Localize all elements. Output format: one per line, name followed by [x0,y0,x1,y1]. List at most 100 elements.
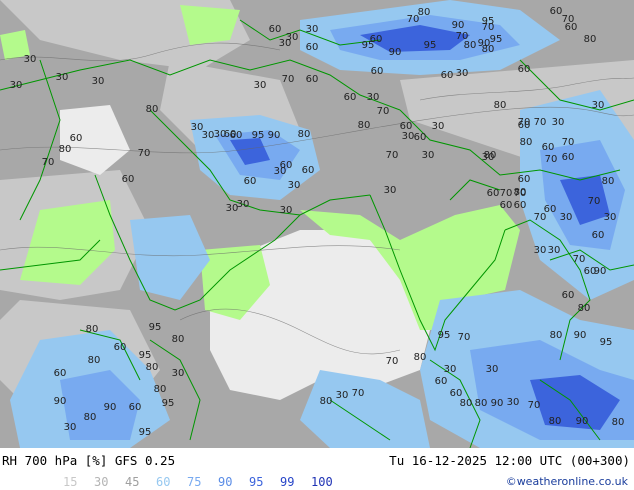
contour-label: 80 [358,120,371,131]
contour-label: 30 [306,24,319,35]
contour-label: 95 [139,427,152,438]
contour-label: 60 [114,342,127,353]
contour-label: 70 [588,196,601,207]
map-footer: RH 700 hPa [%] GFS 0.25 Tu 16-12-2025 12… [0,448,634,490]
contour-label: 30 [456,68,469,79]
contour-label: 30 [202,130,215,141]
contour-label: 95 [438,330,451,341]
contour-label: 90 [491,398,504,409]
legend-value: 99 [280,475,295,489]
legend-value: 95 [249,475,264,489]
contour-label: 30 [254,80,267,91]
legend-value: 75 [187,475,202,489]
contour-label: 80 [86,324,99,335]
contour-label: 30 [604,212,617,223]
contour-label: 60 [54,368,67,379]
map-title: RH 700 hPa [%] GFS 0.25 [2,453,176,468]
contour-label: 30 [432,121,445,132]
contour-label: 60 [518,64,531,75]
contour-label: 60 [518,120,531,131]
contour-label: 60 [435,376,448,387]
contour-label: 30 [336,390,349,401]
contour-label: 60 [129,402,142,413]
contour-label: 30 [422,150,435,161]
contour-label: 70 [514,188,527,199]
contour-label: 70 [386,356,399,367]
contour-label: 90 [576,416,589,427]
contour-label: 80 [494,100,507,111]
contour-label: 60 [562,152,575,163]
contour-label: 80 [602,176,615,187]
contour-label: 60 [562,290,575,301]
contour-label: 95 [139,350,152,361]
contour-label: 60 [306,74,319,85]
contour-label: 30 [507,397,520,408]
contour-label: 30 [560,212,573,223]
contour-label: 90 [452,20,465,31]
credit-link[interactable]: ©weatheronline.co.uk [506,475,628,488]
contour-label: 80 [584,34,597,45]
contour-label: 30 [548,245,561,256]
contour-label: 60 [500,200,513,211]
contour-label: 80 [146,362,159,373]
contour-label: 60 [414,132,427,143]
contour-label: 70 [42,157,55,168]
contour-label: 90 [594,266,607,277]
contour-label: 60 [306,42,319,53]
contour-label: 30 [237,199,250,210]
contour-label: 30 [592,100,605,111]
contour-label: 80 [550,330,563,341]
contour-label: 70 [534,212,547,223]
contour-label: 70 [482,22,495,33]
contour-label: 30 [482,152,495,163]
contour-label: 30 [552,117,565,128]
weather-map: 60 30 30 30 60 70 80 90 95 60 70 30 30 30 70 60 30 60 95 95… [0,0,634,448]
contour-label: 30 [56,72,69,83]
contour-label: 30 [172,368,185,379]
contour-label: 30 [274,166,287,177]
contour-label: 70 [562,137,575,148]
contour-label: 80 [520,137,533,148]
contour-label: 80 [460,398,473,409]
legend-value: 60 [156,475,171,489]
contour-label: 80 [482,44,495,55]
contour-label: 70 [282,74,295,85]
contour-label: 90 [574,330,587,341]
contour-label: 60 [244,176,257,187]
contour-label: 80 [475,398,488,409]
contour-label: 60 [487,188,500,199]
contour-label: 95 [362,40,375,51]
contour-label: 30 [444,364,457,375]
contour-label: 30 [534,245,547,256]
contour-label: 80 [549,416,562,427]
contour-label: 60 [514,200,527,211]
contour-label: 90 [389,47,402,58]
contour-label: 80 [84,412,97,423]
contour-label: 80 [298,129,311,140]
contour-label: 60 [230,130,243,141]
contour-label: 90 [104,402,117,413]
contour-label: 70 [500,188,513,199]
contour-label: 60 [269,24,282,35]
contour-label: 60 [371,66,384,77]
contour-label: 30 [64,422,77,433]
contour-label: 80 [464,40,477,51]
contour-label: 70 [573,254,586,265]
contour-label: 70 [545,154,558,165]
contour-label: 95 [252,130,265,141]
legend-value: 90 [218,475,233,489]
contour-label: 70 [528,400,541,411]
contour-label: 60 [70,133,83,144]
contour-label: 80 [88,355,101,366]
legend-value: 30 [94,475,109,489]
contour-label: 80 [172,334,185,345]
contour-label: 95 [149,322,162,333]
contour-label: 30 [384,185,397,196]
contour-label: 60 [592,230,605,241]
contour-label: 60 [441,70,454,81]
contour-label: 30 [367,92,380,103]
contour-label: 70 [458,332,471,343]
color-legend: 15 30 45 60 75 90 95 99 100 [63,475,342,489]
contour-label: 30 [402,131,415,142]
contour-label: 70 [138,148,151,159]
